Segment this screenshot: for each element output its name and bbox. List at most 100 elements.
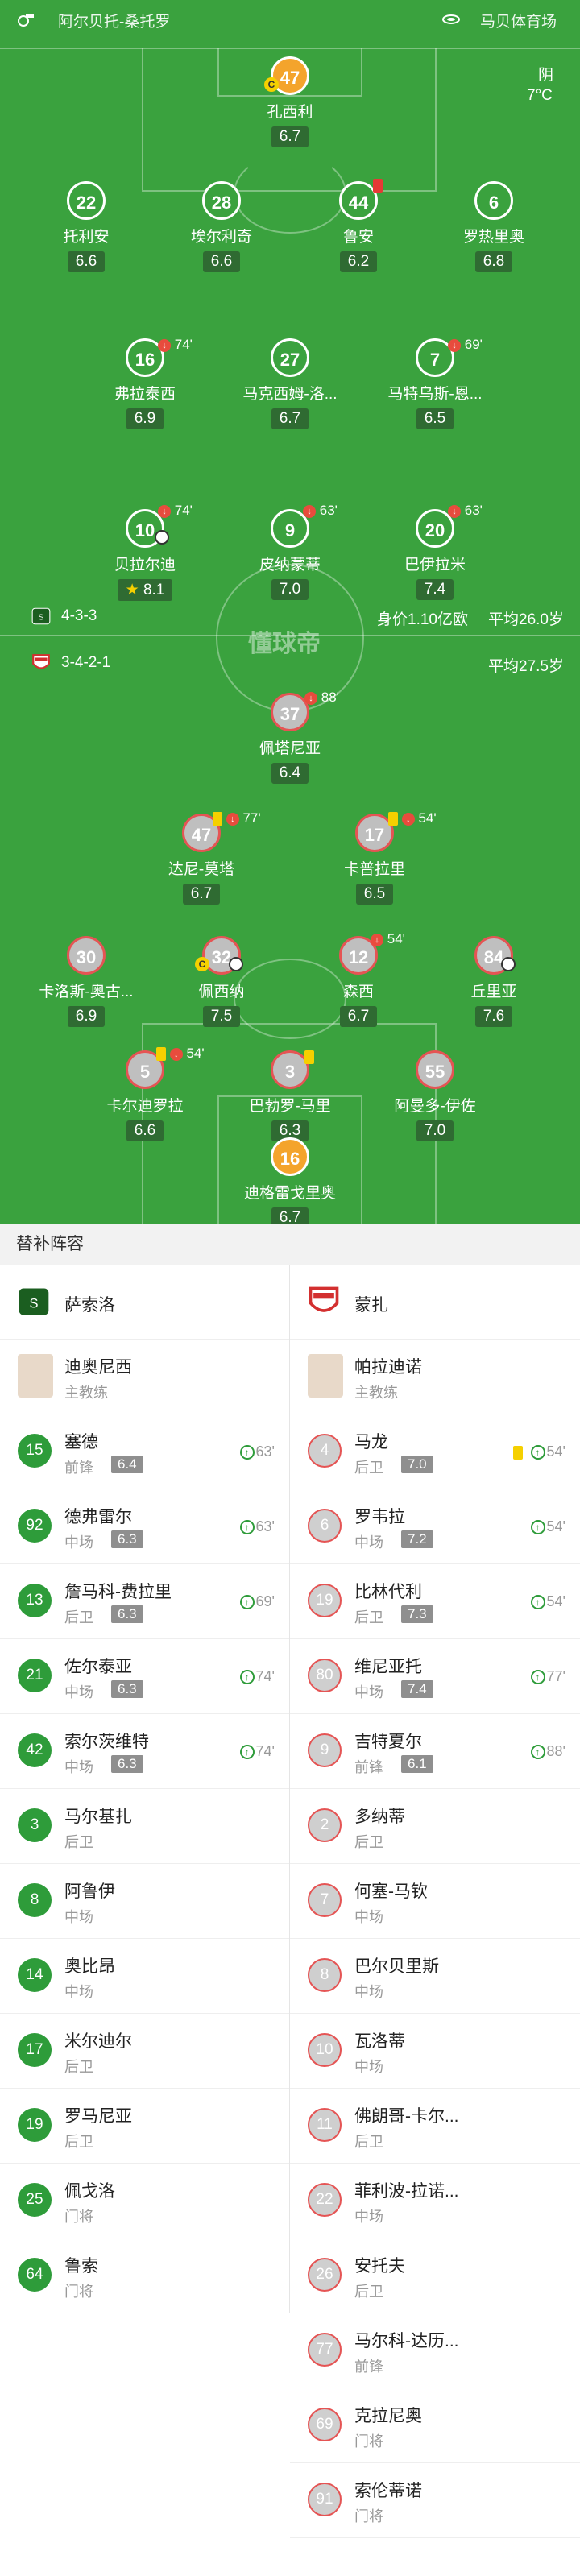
away-player-84[interactable]: 84 丘里亚 7.6 xyxy=(425,936,562,1027)
sub-name: 鲁索 xyxy=(64,2257,98,2276)
home-player-6[interactable]: 6 罗热里奥 6.8 xyxy=(425,181,562,272)
sub-number-badge: 4 xyxy=(308,1434,342,1468)
sub-number-badge: 3 xyxy=(18,1808,52,1842)
sub-row[interactable]: 64 鲁索 门将 xyxy=(0,2238,289,2313)
sassuolo-logo-icon: S xyxy=(31,607,51,625)
sub-row[interactable]: 6 罗韦拉 中场 7.2 ↑ 54' xyxy=(290,1489,580,1564)
sub-position: 中场 xyxy=(354,1534,383,1551)
sub-name: 比林代利 xyxy=(354,1583,422,1601)
sub-row[interactable]: 9 吉特夏尔 前锋 6.1 ↑ 88' xyxy=(290,1714,580,1789)
home-player-44[interactable]: 44 鲁安 6.2 xyxy=(290,181,427,272)
sub-number-badge: 10 xyxy=(308,2033,342,2067)
right-coach-row[interactable]: 帕拉迪诺 主教练 xyxy=(290,1340,580,1414)
captain-icon: C xyxy=(264,77,279,92)
sub-number-badge: 9 xyxy=(308,1733,342,1767)
away-player-55[interactable]: 55 阿曼多-伊佐 7.0 xyxy=(367,1050,503,1141)
home-formation: 4-3-3 xyxy=(61,607,97,624)
sub-name: 多纳蒂 xyxy=(354,1808,405,1826)
away-player-37[interactable]: 37 佩塔尼亚 6.4 xyxy=(222,693,358,784)
sub-number-badge: 11 xyxy=(308,2108,342,2142)
sub-off-icon: ↓ xyxy=(304,691,317,705)
yellow-card-icon xyxy=(304,1050,314,1064)
sub-number-badge: 69 xyxy=(308,2408,342,2441)
sub-number-badge: 13 xyxy=(18,1584,52,1617)
sub-row[interactable]: 80 维尼亚托 中场 7.4 ↑ 77' xyxy=(290,1639,580,1714)
sub-number-badge: 64 xyxy=(18,2258,52,2292)
svg-text:S: S xyxy=(39,613,44,622)
sub-row[interactable]: 22 菲利波-拉诺... 中场 xyxy=(290,2164,580,2238)
sub-row[interactable]: 26 安托夫 后卫 xyxy=(290,2238,580,2313)
sub-row[interactable]: 92 德弗雷尔 中场 6.3 ↑ 63' xyxy=(0,1489,289,1564)
away-player-32[interactable]: 32 佩西纳 7.5 xyxy=(153,936,290,1027)
home-player-gk[interactable]: 47 孔西利 6.7 xyxy=(222,56,358,147)
home-player-10[interactable]: 10 贝拉尔迪 ★ 8.1 xyxy=(77,509,213,601)
yellow-card-icon xyxy=(512,1445,523,1460)
sub-off-icon: ↓ xyxy=(401,812,415,826)
sub-name: 菲利波-拉诺... xyxy=(354,2182,459,2201)
sub-row[interactable]: 13 詹马科-费拉里 后卫 6.3 ↑ 69' xyxy=(0,1564,289,1639)
home-player-9[interactable]: 9 皮纳蒙蒂 7.0 xyxy=(222,509,358,600)
sub-position: 中场 xyxy=(64,1759,93,1775)
sub-row[interactable]: 69 克拉尼奥 门将 xyxy=(290,2388,580,2463)
away-player-12[interactable]: 12 森西 6.7 xyxy=(290,936,427,1027)
sub-row[interactable]: 10 瓦洛蒂中场 xyxy=(290,2014,580,2089)
left-team-row: S 萨索洛 xyxy=(0,1265,289,1340)
away-player-17[interactable]: 17 卡普拉里 6.5 xyxy=(306,814,443,905)
captain-icon: C xyxy=(195,957,209,971)
sub-name: 阿鲁伊 xyxy=(64,1882,115,1901)
whistle-icon xyxy=(18,14,34,27)
sub-off-event: ↓ 63' xyxy=(448,503,483,519)
sub-row[interactable]: 7 何塞-马钦 中场 xyxy=(290,1864,580,1939)
away-player-gk[interactable]: 16 迪格雷戈里奥 6.7 xyxy=(222,1137,358,1224)
sub-row[interactable]: 17 米尔迪尔 后卫 xyxy=(0,2014,289,2089)
sub-row[interactable]: 42 索尔茨维特 中场 6.3 ↑ 74' xyxy=(0,1714,289,1789)
sub-position: 前锋 xyxy=(64,1460,93,1476)
sub-position: 中场 xyxy=(64,1909,93,1925)
sub-row[interactable]: 77 马尔科-达历... 前锋 xyxy=(290,2313,580,2388)
sub-row[interactable]: 19 比林代利 后卫 7.3 ↑ 54' xyxy=(290,1564,580,1639)
sub-row[interactable]: 19 罗马尼亚 后卫 xyxy=(0,2089,289,2164)
away-player-5[interactable]: 5 卡尔迪罗拉 6.6 xyxy=(77,1050,213,1141)
sub-row[interactable]: 8 阿鲁伊 中场 xyxy=(0,1864,289,1939)
home-player-16[interactable]: 16 弗拉泰西 6.9 xyxy=(77,338,213,429)
home-player-7[interactable]: 7 马特乌斯-恩... 6.5 xyxy=(367,338,503,429)
sub-row[interactable]: 25 佩戈洛 门将 xyxy=(0,2164,289,2238)
sub-position: 中场 xyxy=(354,1909,383,1925)
sub-in-time: ↑ 54' xyxy=(530,1593,566,1610)
sub-number-badge: 14 xyxy=(18,1958,52,1992)
left-coach-row[interactable]: 迪奥尼西 主教练 xyxy=(0,1340,289,1414)
sub-row[interactable]: 2 多纳蒂 后卫 xyxy=(290,1789,580,1864)
monza-logo-icon xyxy=(32,654,50,669)
sub-row[interactable]: 3 马尔基扎 后卫 xyxy=(0,1789,289,1864)
right-team-row: 蒙扎 xyxy=(290,1265,580,1340)
monza-logo-icon xyxy=(309,1286,339,1312)
home-player-20[interactable]: 20 巴伊拉米 7.4 xyxy=(367,509,503,600)
sub-row[interactable]: 91 索伦蒂诺 门将 xyxy=(290,2463,580,2538)
card-sub-event: ↓ 54' xyxy=(156,1046,205,1062)
sub-row[interactable]: 8 巴尔贝里斯 中场 xyxy=(290,1939,580,2014)
sub-in-icon: ↑ xyxy=(239,1520,255,1535)
sub-in-icon: ↑ xyxy=(239,1670,255,1685)
home-value: 身价1.10亿欧 xyxy=(377,611,468,628)
stadium-icon xyxy=(442,14,460,24)
away-player-47[interactable]: 47 达尼-莫塔 6.7 xyxy=(133,814,270,905)
sub-off-event: ↓ 54' xyxy=(371,931,405,947)
weather-temp: 7°C xyxy=(527,87,553,104)
sub-row[interactable]: 11 佛朗哥-卡尔... 后卫 xyxy=(290,2089,580,2164)
away-player-3[interactable]: 3 巴勃罗-马里 6.3 xyxy=(222,1050,358,1141)
sub-off-icon: ↓ xyxy=(169,1047,183,1061)
sub-row[interactable]: 14 奥比昂 中场 xyxy=(0,1939,289,2014)
sub-position: 中场 xyxy=(354,2059,383,2075)
sub-in-icon: ↑ xyxy=(530,1520,545,1535)
home-player-22[interactable]: 22 托利安 6.6 xyxy=(18,181,155,272)
away-player-30[interactable]: 30 卡洛斯-奥古... 6.9 xyxy=(18,936,155,1027)
sub-rating: 6.3 xyxy=(111,1605,143,1623)
home-player-27[interactable]: 27 马克西姆-洛... 6.7 xyxy=(222,338,358,429)
sub-row[interactable]: 21 佐尔泰亚 中场 6.3 ↑ 74' xyxy=(0,1639,289,1714)
sub-name: 佛朗哥-卡尔... xyxy=(354,2107,459,2126)
sub-row[interactable]: 4 马龙 后卫 7.0 ↑ 54' xyxy=(290,1414,580,1489)
home-player-28[interactable]: 28 埃尔利奇 6.6 xyxy=(153,181,290,272)
sub-row[interactable]: 15 塞德 前锋 6.4 ↑ 63' xyxy=(0,1414,289,1489)
sub-name: 佐尔泰亚 xyxy=(64,1658,132,1676)
sub-name: 瓦洛蒂 xyxy=(354,2032,405,2051)
